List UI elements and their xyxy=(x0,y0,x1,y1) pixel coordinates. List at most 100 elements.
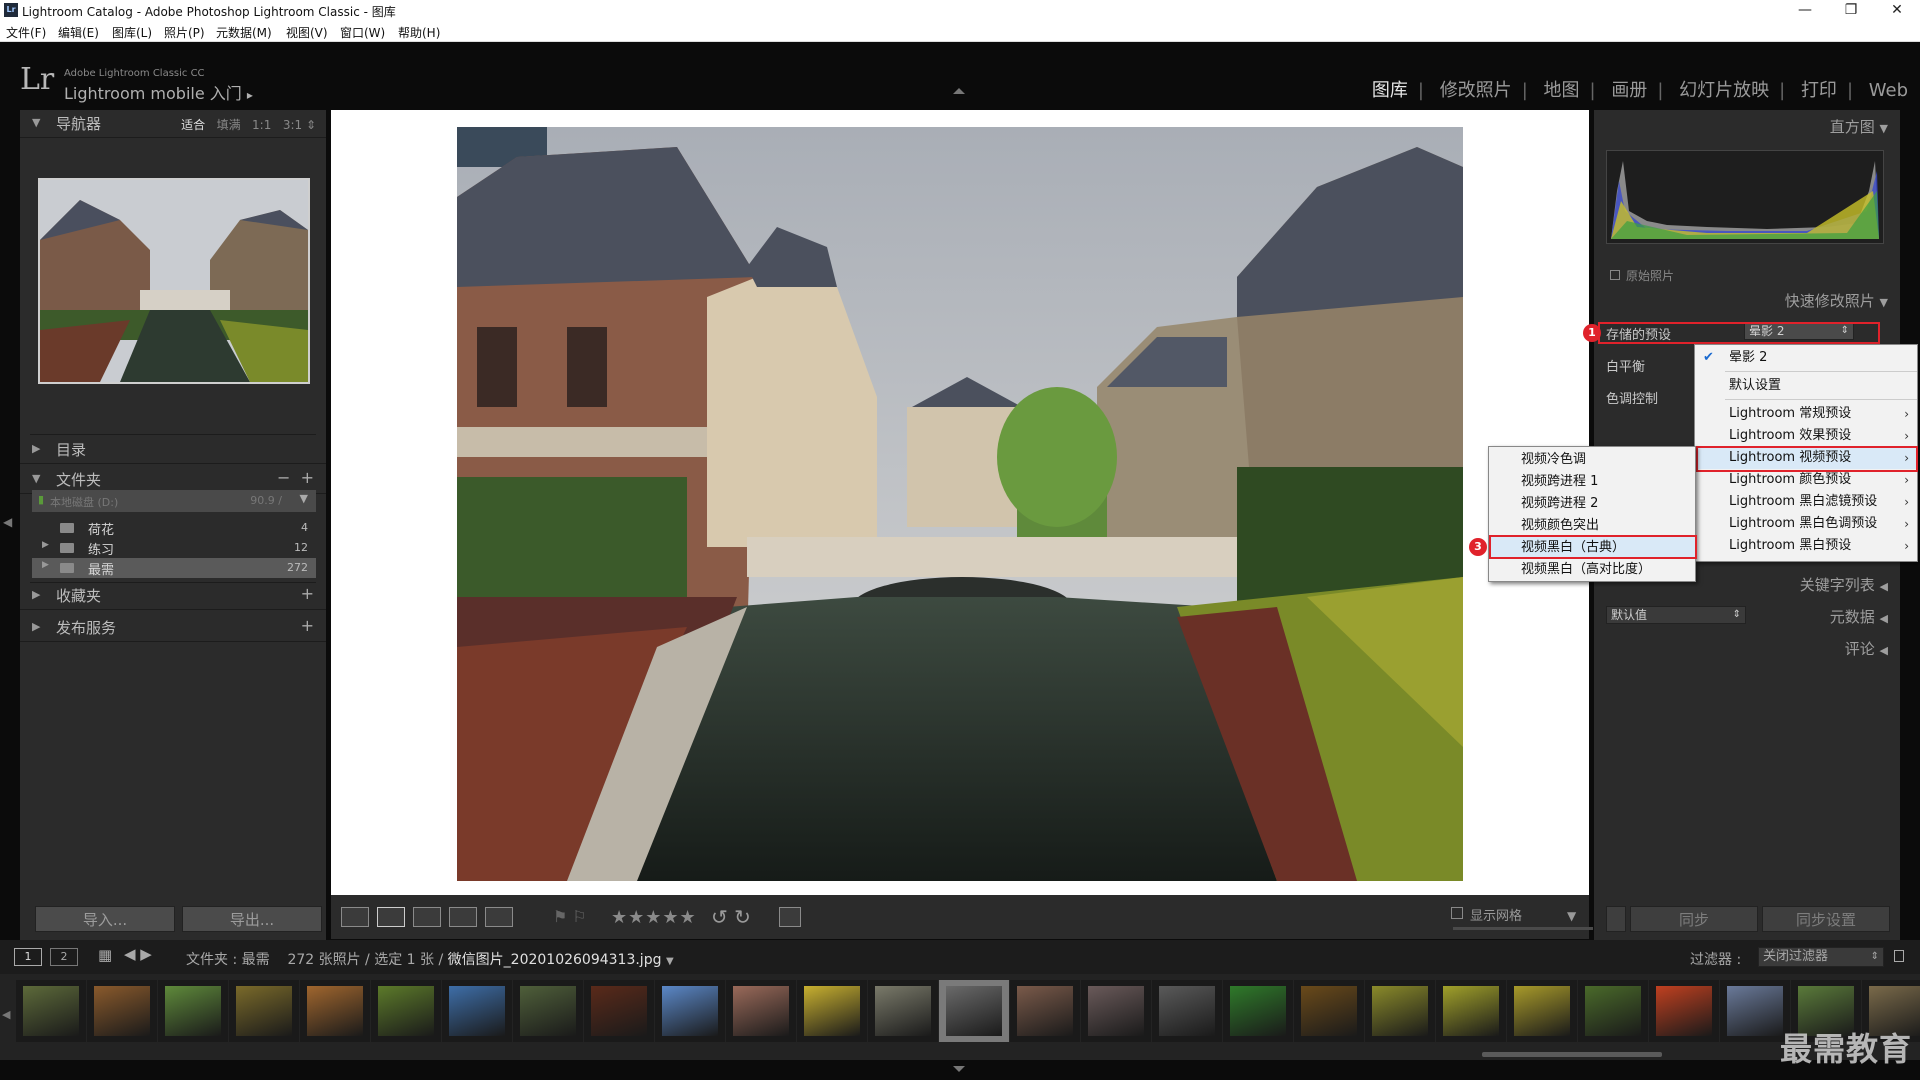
filmstrip-thumbnail[interactable] xyxy=(16,980,86,1042)
comments-header[interactable]: 评论 ◀ xyxy=(1845,638,1888,659)
menu-view[interactable]: 视图(V) xyxy=(286,24,328,41)
submenu-item-color-pop[interactable]: 视频颜色突出 xyxy=(1489,515,1695,537)
zoom-1-1[interactable]: 1:1 xyxy=(252,118,271,132)
navigator-preview[interactable] xyxy=(38,178,310,384)
filmstrip-thumbnail[interactable] xyxy=(797,980,867,1042)
keyword-list-header[interactable]: 关键字列表 ◀ xyxy=(1800,574,1888,595)
filmstrip-thumbnail[interactable] xyxy=(300,980,370,1042)
sync-button[interactable]: 同步 xyxy=(1630,906,1758,932)
metadata-preset-dropdown[interactable]: 默认值 ⇕ xyxy=(1606,606,1746,624)
filter-dropdown[interactable]: 关闭过滤器 ⇕ xyxy=(1758,947,1884,967)
module-book[interactable]: 画册 xyxy=(1611,80,1647,101)
zoom-fill[interactable]: 填满 xyxy=(217,118,241,132)
folders-minus-plus-icon[interactable]: − + xyxy=(277,468,314,487)
menu-item-color-presets[interactable]: Lightroom 颜色预设 › xyxy=(1695,469,1917,491)
left-panel-collapse-icon[interactable]: ◀ xyxy=(3,515,12,529)
filmstrip-thumbnail[interactable] xyxy=(371,980,441,1042)
menu-file[interactable]: 文件(F) xyxy=(6,24,46,41)
compare-view-icon[interactable] xyxy=(413,907,441,927)
volume-dropdown-icon[interactable]: ▼ xyxy=(300,492,308,505)
folder-row[interactable]: ▶ 练习 12 xyxy=(32,538,316,558)
collapse-top-caret-icon[interactable] xyxy=(953,88,965,94)
zoom-3-1[interactable]: 3:1 xyxy=(283,118,302,132)
flag-icons[interactable]: ⚑ ⚐ xyxy=(553,907,587,926)
folder-row-selected[interactable]: ▶ 最需 272 xyxy=(32,558,316,578)
loupe-view-icon[interactable] xyxy=(377,907,405,927)
filmstrip-thumbnail[interactable] xyxy=(1578,980,1648,1042)
menu-help[interactable]: 帮助(H) xyxy=(398,24,440,41)
expand-triangle-icon[interactable]: ▶ xyxy=(42,540,49,550)
rotate-icons[interactable]: ↺ ↻ xyxy=(711,905,751,929)
filmstrip-thumbnail[interactable] xyxy=(158,980,228,1042)
filmstrip-thumbnail[interactable] xyxy=(1507,980,1577,1042)
filmstrip-thumbnail[interactable] xyxy=(868,980,938,1042)
filmstrip-source[interactable]: 文件夹 : 最需 272 张照片 / 选定 1 张 / 微信图片_2020102… xyxy=(186,949,674,969)
filmstrip-scroll-left-icon[interactable]: ◀ xyxy=(2,1008,10,1021)
filter-lock-icon[interactable] xyxy=(1894,950,1904,962)
menu-item-default[interactable]: 默认设置 xyxy=(1695,375,1917,397)
survey-view-icon[interactable] xyxy=(449,907,477,927)
filmstrip-scrollbar[interactable] xyxy=(1482,1052,1662,1057)
filmstrip-thumbnail[interactable] xyxy=(1649,980,1719,1042)
menu-item-general-presets[interactable]: Lightroom 常规预设 › xyxy=(1695,403,1917,425)
star-rating[interactable]: ★★★★★ xyxy=(611,907,697,928)
folder-row[interactable]: 荷花 4 xyxy=(32,518,316,538)
grid-view-icon[interactable] xyxy=(341,907,369,927)
crop-icon[interactable] xyxy=(779,907,801,927)
menu-metadata[interactable]: 元数据(M) xyxy=(216,24,272,41)
toolbar-menu-icon[interactable]: ▼ xyxy=(1567,909,1576,923)
people-view-icon[interactable] xyxy=(485,907,513,927)
grid-icon[interactable]: ▦ xyxy=(98,946,112,964)
menu-window[interactable]: 窗口(W) xyxy=(340,24,385,41)
import-button[interactable]: 导入... xyxy=(35,906,175,932)
filmstrip-thumbnail[interactable] xyxy=(513,980,583,1042)
expand-triangle-icon[interactable]: ▶ xyxy=(42,560,49,570)
menu-item-bw-toned-presets[interactable]: Lightroom 黑白色调预设 › xyxy=(1695,513,1917,535)
second-window-button[interactable]: 2 xyxy=(50,948,78,966)
sync-toggle[interactable] xyxy=(1606,906,1626,932)
add-collection-icon[interactable]: + xyxy=(301,584,314,603)
module-develop[interactable]: 修改照片 xyxy=(1440,80,1512,101)
show-grid-checkbox[interactable] xyxy=(1451,907,1463,919)
submenu-item-cool[interactable]: 视频冷色调 xyxy=(1489,449,1695,471)
menu-item-bw-filter-presets[interactable]: Lightroom 黑白滤镜预设 › xyxy=(1695,491,1917,513)
filmstrip-thumbnail[interactable] xyxy=(1436,980,1506,1042)
menu-item-vignette2[interactable]: ✔ 晕影 2 xyxy=(1695,347,1917,369)
module-web[interactable]: Web xyxy=(1869,80,1908,101)
catalog-header[interactable]: ▶ 目录 xyxy=(20,436,326,464)
navigator-header[interactable]: ▼ 导航器 适合 填满 1:1 3:1 ⇕ xyxy=(20,110,326,138)
quick-develop-header[interactable]: 快速修改照片 ▼ xyxy=(1785,290,1888,311)
filmstrip-thumbnail[interactable] xyxy=(1294,980,1364,1042)
module-slideshow[interactable]: 幻灯片放映 xyxy=(1679,80,1769,101)
filmstrip-thumbnail[interactable] xyxy=(229,980,299,1042)
volume-row[interactable]: ▮ 本地磁盘 (D:) 90.9 / ▼ xyxy=(32,490,316,512)
module-library[interactable]: 图库 xyxy=(1372,80,1408,101)
filmstrip-thumbnail[interactable] xyxy=(1365,980,1435,1042)
filmstrip-thumbnail[interactable] xyxy=(87,980,157,1042)
zoom-fit[interactable]: 适合 xyxy=(181,118,205,132)
original-photo-checkbox[interactable] xyxy=(1610,270,1620,280)
maximize-button[interactable]: ❐ xyxy=(1828,0,1874,22)
module-print[interactable]: 打印 xyxy=(1801,80,1837,101)
menu-edit[interactable]: 编辑(E) xyxy=(58,24,99,41)
filmstrip-thumbnail[interactable] xyxy=(655,980,725,1042)
main-window-button[interactable]: 1 xyxy=(14,948,42,966)
collapse-bottom-caret-icon[interactable] xyxy=(953,1066,965,1072)
collections-header[interactable]: ▶ 收藏夹 + xyxy=(20,582,326,610)
filmstrip-thumbnail[interactable] xyxy=(584,980,654,1042)
submenu-item-bw-high-contrast[interactable]: 视频黑白（高对比度） xyxy=(1489,559,1695,581)
close-button[interactable]: ✕ xyxy=(1874,0,1920,22)
main-photo[interactable] xyxy=(457,127,1463,881)
filmstrip-thumbnail-selected[interactable] xyxy=(939,980,1009,1042)
menu-item-bw-presets[interactable]: Lightroom 黑白预设 › xyxy=(1695,535,1917,557)
filmstrip-thumbnail[interactable] xyxy=(1223,980,1293,1042)
publish-header[interactable]: ▶ 发布服务 + xyxy=(20,614,326,642)
add-publish-icon[interactable]: + xyxy=(301,616,314,635)
metadata-header[interactable]: 元数据 ◀ xyxy=(1830,606,1888,627)
menu-item-effect-presets[interactable]: Lightroom 效果预设 › xyxy=(1695,425,1917,447)
submenu-item-cross-process-1[interactable]: 视频跨进程 1 xyxy=(1489,471,1695,493)
menu-library[interactable]: 图库(L) xyxy=(112,24,152,41)
filmstrip-thumbnail[interactable] xyxy=(1152,980,1222,1042)
grid-slider[interactable] xyxy=(1453,927,1593,930)
filmstrip-thumbnail[interactable] xyxy=(726,980,796,1042)
